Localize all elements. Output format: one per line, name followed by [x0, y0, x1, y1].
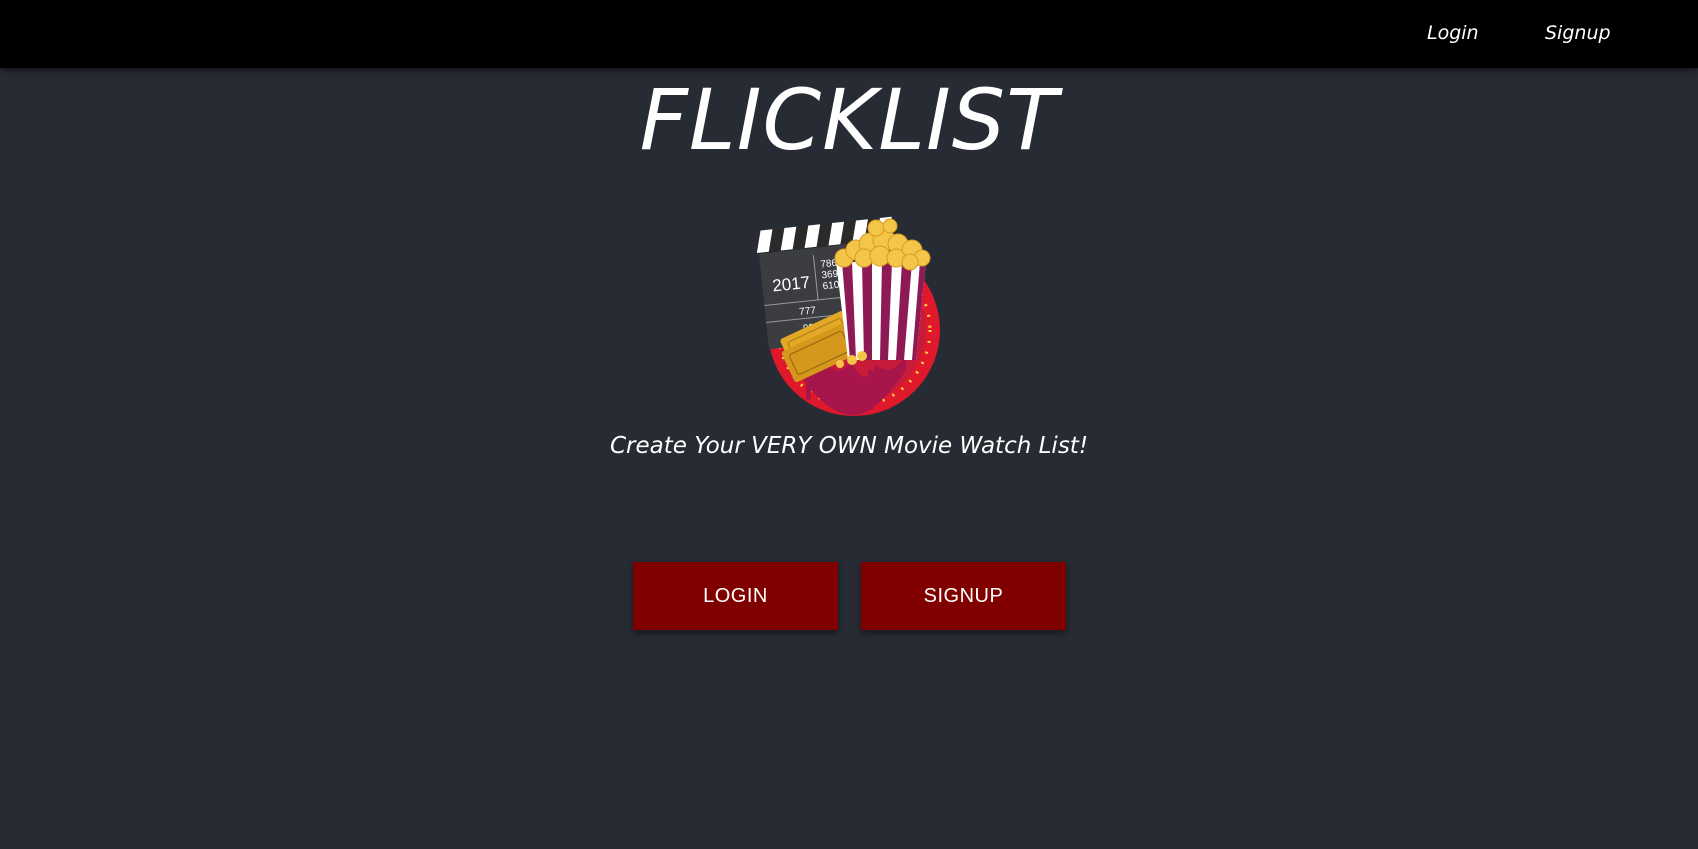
clapperboard-popcorn-logo: 2017 786 369 610 777 99 33: [756, 216, 940, 416]
svg-text:2017: 2017: [771, 273, 811, 296]
page-title: FLICKLIST: [639, 71, 1059, 169]
nav-login-link[interactable]: Login: [1427, 22, 1479, 44]
nav-signup-link[interactable]: Signup: [1545, 22, 1611, 44]
signup-button[interactable]: SIGNUP: [861, 562, 1066, 630]
svg-text:777: 777: [799, 305, 817, 318]
login-button[interactable]: LOGIN: [633, 562, 838, 630]
svg-text:610: 610: [822, 280, 840, 293]
top-navbar: Login Signup: [0, 0, 1698, 68]
tagline: Create Your VERY OWN Movie Watch List!: [609, 433, 1089, 459]
